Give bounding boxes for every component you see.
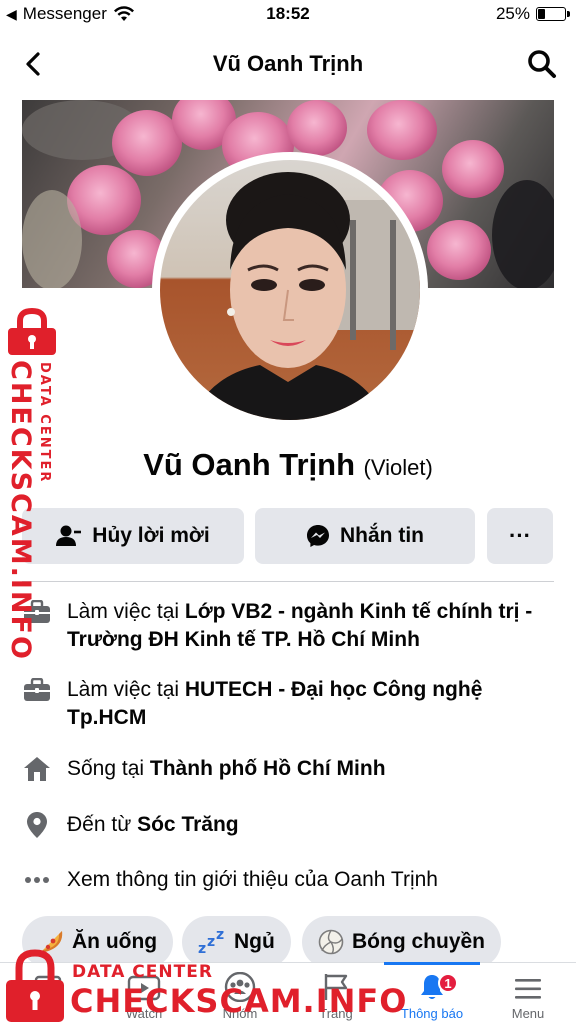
more-options-label: ··· (509, 523, 531, 548)
battery-icon (536, 7, 570, 21)
hobby-chip-volleyball[interactable]: Bóng chuyền (302, 916, 502, 968)
svg-text:z: z (216, 929, 224, 943)
see-about-info-row[interactable]: Xem thông tin giới thiệu của Oanh Trịnh (22, 866, 554, 894)
battery-percent: 25% (495, 4, 530, 23)
svg-text:z: z (207, 934, 215, 950)
info-row-work-1: Làm việc tại Lớp VB2 - ngành Kinh tế chí… (22, 598, 554, 654)
home-icon (22, 755, 52, 783)
message-button[interactable]: Nhắn tin (255, 508, 475, 564)
watermark-subtitle: DATA CENTER (72, 962, 213, 982)
cancel-friend-request-button[interactable]: Hủy lời mời (22, 508, 244, 564)
svg-text:z: z (198, 941, 206, 955)
nav-bar: Vũ Oanh Trịnh (0, 38, 576, 90)
lock-icon (6, 949, 64, 1022)
info-row-lives-in: Sống tại Thành phố Hồ Chí Minh (22, 755, 554, 783)
tab-label: Menu (511, 1006, 545, 1021)
menu-icon (515, 979, 541, 999)
hobby-label: Bóng chuyền (352, 930, 486, 953)
info-text: Làm việc tại HUTECH - Đại học Công nghệ … (67, 678, 483, 729)
battery-level (538, 9, 545, 19)
city-link[interactable]: Thành phố Hồ Chí Minh (150, 757, 386, 780)
page-title: Vũ Oanh Trịnh (212, 51, 364, 76)
notification-badge: 1 (438, 973, 458, 993)
watermark-brand: CHECKSCAM.INFO (5, 360, 36, 661)
avatar-photo (190, 172, 420, 420)
info-row-work-2: Làm việc tại HUTECH - Đại học Công nghệ … (22, 676, 554, 732)
see-about-label: Xem thông tin giới thiệu của Oanh Trịnh (67, 868, 438, 891)
profile-name: Vũ Oanh Trịnh (Violet) (0, 447, 576, 483)
more-dots-icon (22, 866, 52, 894)
clock: 18:52 (266, 4, 310, 23)
message-label: Nhắn tin (340, 524, 424, 547)
lock-icon (8, 308, 56, 355)
hobby-chip-sleep[interactable]: z z z Ngủ (182, 916, 291, 968)
status-bar: ◀ Messenger 18:52 25% (0, 0, 576, 30)
tab-menu[interactable]: Menu (480, 963, 576, 1024)
hometown-link[interactable]: Sóc Trăng (137, 813, 239, 836)
info-text: Đến từ Sóc Trăng (67, 813, 239, 836)
info-text: Sống tại Thành phố Hồ Chí Minh (67, 757, 386, 780)
messenger-icon (307, 525, 329, 547)
status-right: 25% (495, 4, 570, 24)
volleyball-icon (318, 929, 344, 955)
briefcase-icon (22, 676, 52, 704)
tab-label: Thông báo (400, 1006, 464, 1021)
hobby-label: Ngủ (234, 930, 275, 953)
divider (22, 581, 554, 582)
back-arrow-icon[interactable] (20, 50, 48, 78)
watermark-brand: CHECKSCAM.INFO (70, 982, 408, 1020)
profile-alternate-name: (Violet) (363, 455, 433, 480)
avatar[interactable] (160, 160, 420, 420)
watermark-subtitle: DATA CENTER (37, 362, 52, 484)
info-text: Làm việc tại Lớp VB2 - ngành Kinh tế chí… (67, 600, 533, 651)
info-row-from: Đến từ Sóc Trăng (22, 811, 554, 839)
sleep-icon: z z z (198, 929, 224, 955)
cancel-friend-request-label: Hủy lời mời (92, 524, 210, 547)
search-icon[interactable] (526, 48, 558, 80)
location-pin-icon (22, 811, 52, 839)
hobby-label: Ăn uống (72, 930, 158, 953)
more-options-button[interactable]: ··· (487, 508, 553, 564)
profile-name-main: Vũ Oanh Trịnh (143, 447, 356, 482)
person-cancel-icon (56, 525, 82, 546)
